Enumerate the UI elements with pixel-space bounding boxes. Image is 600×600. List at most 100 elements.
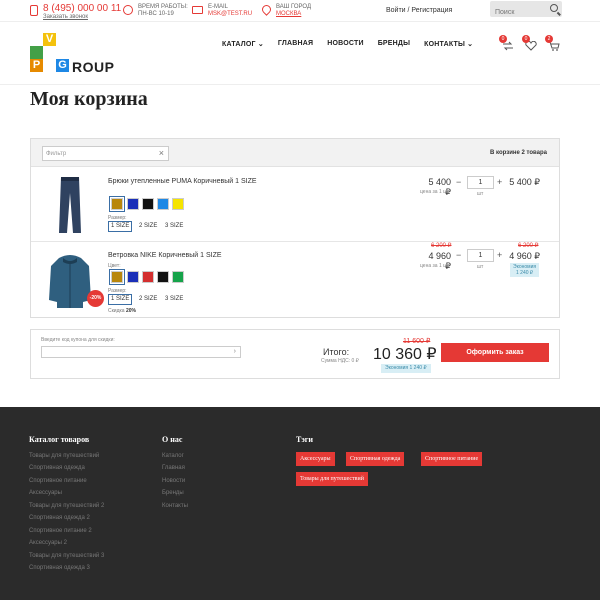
size-option[interactable]: 1 SIZE — [108, 221, 133, 232]
phone-icon — [30, 5, 38, 16]
chevron-right-icon[interactable]: › — [234, 348, 236, 355]
chevron-down-icon: ⌄ — [257, 41, 264, 48]
coupon-input[interactable]: › — [41, 346, 241, 358]
main-nav: КАТАЛОГ ⌄ ГЛАВНАЯ НОВОСТИ БРЕНДЫ КОНТАКТ… — [222, 40, 473, 48]
login-register-link[interactable]: Войти / Регистрация — [386, 7, 452, 14]
footer-link[interactable]: Контакты — [162, 503, 188, 509]
callback-link[interactable]: Заказать звонок — [43, 14, 121, 21]
economy-badge: Экономия 1 240 ₽ — [510, 263, 540, 277]
product-image[interactable] — [43, 175, 98, 235]
logo-letter-v: V — [43, 33, 56, 46]
decrease-qty-button[interactable]: − — [456, 178, 461, 187]
total-label: Итого: — [323, 347, 350, 357]
size-option[interactable]: 3 SIZE — [162, 294, 186, 305]
top-bar: 8 (495) 000 00 11 Заказать звонок ВРЕМЯ … — [0, 0, 600, 22]
nav-catalog[interactable]: КАТАЛОГ ⌄ — [222, 40, 264, 48]
hours-label: ВРЕМЯ РАБОТЫ: — [138, 4, 188, 10]
logo[interactable]: V P G ROUP — [30, 33, 114, 75]
compare-button[interactable]: 0 — [499, 35, 514, 51]
city-block: ВАШ ГОРОД МОСКВА — [260, 3, 312, 18]
color-swatch[interactable] — [142, 198, 154, 210]
color-swatch[interactable] — [127, 198, 139, 210]
quantity-input[interactable]: 1 — [467, 176, 494, 189]
phone-block: 8 (495) 000 00 11 Заказать звонок — [30, 4, 121, 21]
discount-info: Скидка 20% — [108, 308, 136, 314]
color-label: Цвет: — [108, 263, 121, 269]
footer-link[interactable]: Аксессуары 2 — [29, 540, 67, 546]
footer-link[interactable]: Спортивная одежда 2 — [29, 515, 90, 521]
tag-button[interactable]: Товары для путешествий — [296, 472, 368, 486]
compare-count-badge: 0 — [499, 35, 507, 43]
total-price: 10 360 ₽ — [373, 346, 437, 363]
nav-home[interactable]: ГЛАВНАЯ — [278, 40, 313, 48]
row-sum: 5 400 ₽ — [509, 177, 540, 187]
product-name[interactable]: Брюки утепленные PUMA Коричневый 1 SIZE — [108, 178, 257, 185]
tag-button[interactable]: Спортивное питание — [421, 452, 483, 466]
email-link[interactable]: MSK@TEST.RU — [208, 11, 252, 18]
location-pin-icon — [260, 3, 273, 16]
size-option[interactable]: 1 SIZE — [108, 294, 133, 305]
size-option[interactable]: 2 SIZE — [136, 294, 160, 305]
tag-button[interactable]: Аксессуары — [296, 452, 335, 466]
quantity-input[interactable]: 1 — [467, 249, 494, 262]
nav-contacts[interactable]: КОНТАКТЫ ⌄ — [424, 40, 473, 48]
nav-brands[interactable]: БРЕНДЫ — [378, 40, 410, 48]
footer-link[interactable]: Товары для путешествий 3 — [29, 553, 104, 559]
unit-price-label: цена за 1 шт — [420, 263, 450, 269]
vat-amount: Сумма НДС: 0 ₽ — [321, 358, 359, 364]
filter-input[interactable]: Фильтр × — [42, 146, 169, 161]
footer: Каталог товаров Товары для путешествий С… — [0, 407, 600, 600]
footer-link[interactable]: Товары для путешествий — [29, 453, 99, 459]
tag-button[interactable]: Спортивная одежда — [346, 452, 405, 466]
color-swatch[interactable] — [109, 269, 125, 285]
search-input[interactable] — [490, 4, 545, 21]
color-swatch[interactable] — [109, 196, 125, 212]
hours-value: ПН-ВС 10-19 — [138, 11, 174, 17]
color-swatch[interactable] — [127, 271, 139, 283]
cart-button[interactable]: 2 — [545, 35, 560, 51]
product-name[interactable]: Ветровка NIKE Коричневый 1 SIZE — [108, 252, 222, 259]
size-option[interactable]: 2 SIZE — [136, 221, 160, 232]
color-swatch[interactable] — [172, 198, 184, 210]
checkout-button[interactable]: Оформить заказ — [441, 343, 549, 362]
hours-block: ВРЕМЯ РАБОТЫ: ПН-ВС 10-19 — [123, 4, 188, 18]
footer-link[interactable]: Бренды — [162, 490, 184, 496]
row-sum: 4 960 ₽ — [509, 251, 540, 261]
footer-catalog-title: Каталог товаров — [29, 435, 90, 444]
header-divider — [0, 84, 600, 85]
decrease-qty-button[interactable]: − — [456, 251, 461, 260]
size-option[interactable]: 3 SIZE — [162, 221, 186, 232]
footer-link[interactable]: Аксессуары — [29, 490, 62, 496]
footer-link[interactable]: Спортивное питание — [29, 478, 87, 484]
wishlist-button[interactable]: 0 — [522, 35, 537, 51]
search-icon[interactable] — [550, 4, 558, 12]
email-block: E-MAIL MSK@TEST.RU — [192, 4, 252, 18]
unit-label: шт — [477, 264, 484, 270]
increase-qty-button[interactable]: + — [497, 178, 502, 187]
footer-link[interactable]: Товары для путешествий 2 — [29, 503, 104, 509]
increase-qty-button[interactable]: + — [497, 251, 502, 260]
filter-placeholder: Фильтр — [46, 151, 67, 157]
wishlist-count-badge: 0 — [522, 35, 530, 43]
mail-icon — [192, 6, 203, 14]
unit-price-label: цена за 1 шт — [420, 189, 450, 195]
footer-tags-title: Тэги — [296, 435, 314, 444]
phone-number[interactable]: 8 (495) 000 00 11 — [43, 4, 121, 14]
footer-link[interactable]: Спортивная одежда — [29, 465, 85, 471]
footer-link[interactable]: Спортивная одежда 3 — [29, 565, 90, 571]
footer-link[interactable]: Главная — [162, 465, 185, 471]
city-label: ВАШ ГОРОД — [276, 4, 312, 10]
footer-link[interactable]: Спортивное питание 2 — [29, 528, 92, 534]
email-label: E-MAIL — [208, 4, 229, 10]
city-select[interactable]: МОСКВА — [276, 11, 311, 18]
color-swatch[interactable] — [172, 271, 184, 283]
footer-link[interactable]: Каталог — [162, 453, 184, 459]
nav-news[interactable]: НОВОСТИ — [327, 40, 363, 48]
unit-label: шт — [477, 191, 484, 197]
color-swatch[interactable] — [157, 271, 169, 283]
color-swatch[interactable] — [157, 198, 169, 210]
footer-about-title: О нас — [162, 435, 183, 444]
clear-filter-icon[interactable]: × — [159, 149, 164, 158]
color-swatch[interactable] — [142, 271, 154, 283]
footer-link[interactable]: Новости — [162, 478, 185, 484]
